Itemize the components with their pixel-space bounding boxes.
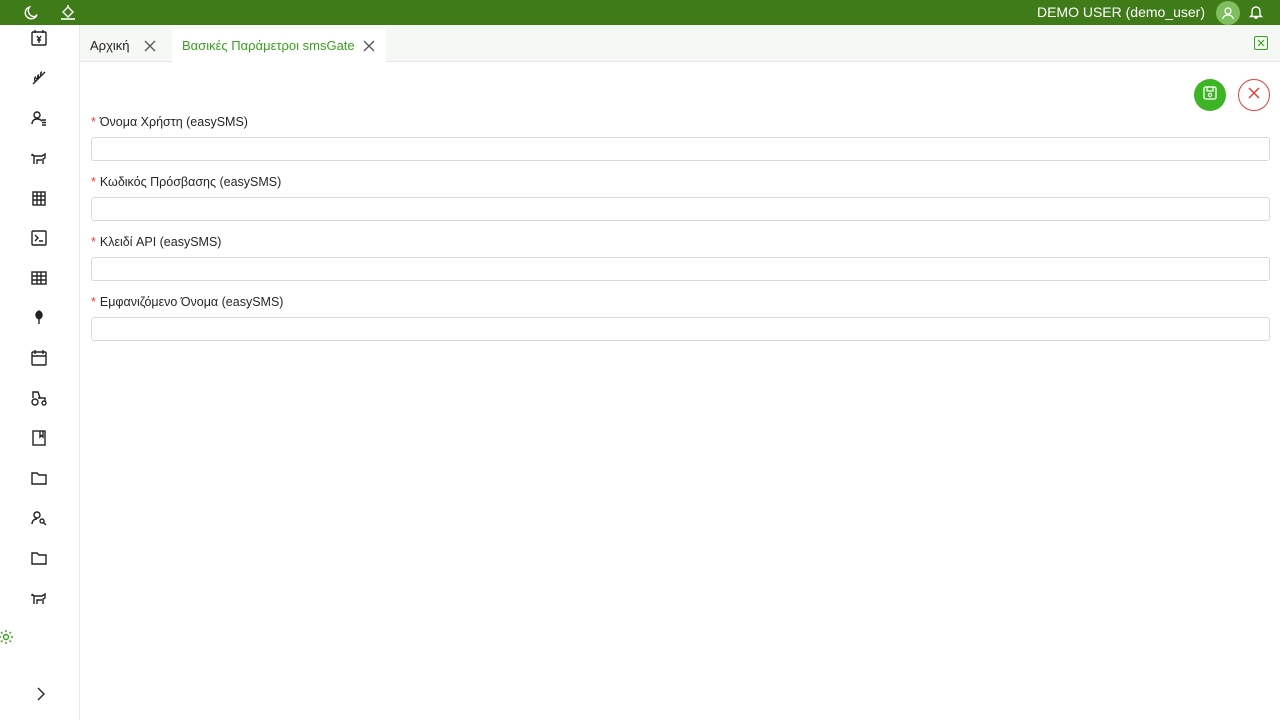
username-input[interactable] [91,137,1270,161]
sidebar [0,25,80,720]
top-bar: DEMO USER (demo_user) [0,0,1280,25]
tractor-icon[interactable] [28,387,50,409]
save-icon [1202,85,1218,106]
user-avatar-icon[interactable] [1216,1,1240,25]
password-input[interactable] [91,197,1270,221]
user-name-label[interactable]: DEMO USER (demo_user) [1037,4,1205,20]
folder-icon[interactable] [28,467,50,489]
tab-label: Αρχική [90,38,130,53]
required-marker: * [91,175,96,189]
tab-bar: Αρχική Βασικές Παράμετροι smsGate [80,25,1280,62]
display-name-label: * Εμφανιζόμενο Όνομα (easySMS) [91,295,284,309]
book-icon[interactable] [28,427,50,449]
api-key-field: * Κλειδί API (easySMS) [91,233,1270,281]
gear-icon[interactable] [0,626,17,648]
save-button[interactable] [1194,79,1226,111]
paint-bucket-icon[interactable] [58,2,78,22]
tab-label: Βασικές Παράμετροι smsGate [182,38,355,53]
cancel-button[interactable] [1238,79,1270,111]
moon-icon[interactable] [22,2,42,22]
required-marker: * [91,235,96,249]
api-key-label: * Κλειδί API (easySMS) [91,235,222,249]
tab-smsgate-parameters[interactable]: Βασικές Παράμετροι smsGate [172,29,386,62]
cow-icon[interactable] [28,147,50,169]
cow-icon[interactable] [28,587,50,609]
user-search-icon[interactable] [28,507,50,529]
password-field: * Κωδικός Πρόσβασης (easySMS) [91,173,1270,221]
close-icon[interactable] [361,38,377,54]
tab-home[interactable]: Αρχική [80,29,170,62]
table-icon[interactable] [28,267,50,289]
folder-icon[interactable] [28,547,50,569]
close-icon [1246,85,1262,106]
close-icon[interactable] [142,38,158,54]
required-marker: * [91,115,96,129]
close-all-tabs-icon[interactable] [1254,36,1268,50]
bell-icon[interactable] [1246,2,1266,22]
chevron-right-icon[interactable] [30,683,52,705]
user-list-icon[interactable] [28,107,50,129]
password-label: * Κωδικός Πρόσβασης (easySMS) [91,175,282,189]
calendar-yen-icon[interactable] [28,27,50,49]
api-key-input[interactable] [91,257,1270,281]
required-marker: * [91,295,96,309]
username-label: * Όνομα Χρήστη (easySMS) [91,115,248,129]
leaf-icon[interactable] [28,307,50,329]
wheat-icon[interactable] [28,67,50,89]
display-name-input[interactable] [91,317,1270,341]
display-name-field: * Εμφανιζόμενο Όνομα (easySMS) [91,293,1270,341]
terminal-icon[interactable] [28,227,50,249]
barn-icon[interactable] [28,187,50,209]
username-field: * Όνομα Χρήστη (easySMS) [91,113,1270,161]
calendar-icon[interactable] [28,347,50,369]
main-content: * Όνομα Χρήστη (easySMS) * Κωδικός Πρόσβασ… [80,62,1280,720]
